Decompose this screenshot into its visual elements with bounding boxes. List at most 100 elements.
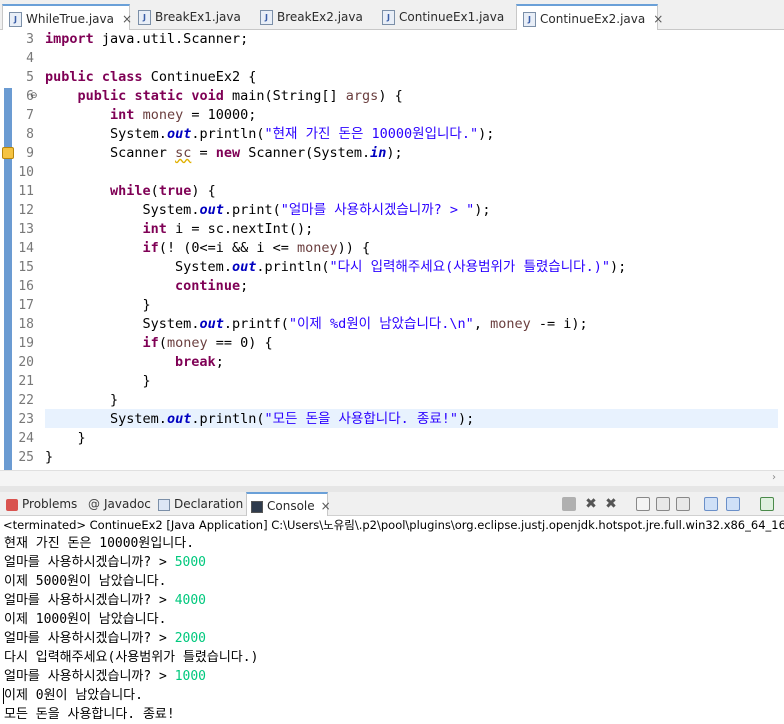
line-number: 15 [18,260,34,275]
code-line-17: } [142,297,151,313]
code-line-6: public static void main(String[] args) { [77,88,403,104]
tab-label: Declaration [174,497,244,511]
line-number: 4 [26,51,34,66]
at-sign-icon: @ [88,497,100,511]
warning-icon[interactable] [2,147,14,159]
panel-tab-bar: Problems @ Javadoc Declaration Console × ✖… [0,492,784,516]
scroll-right-icon[interactable]: › [772,472,776,483]
tab-breakex1[interactable]: J BreakEx1.java [132,4,250,30]
terminate-icon[interactable] [562,497,576,511]
code-line-13: int i = sc.nextInt(); [142,221,314,237]
console-output[interactable]: 현재 가진 돈은 10000원입니다. 얼마를 사용하시겠습니까? > 5000… [0,534,784,723]
line-number: 23 [18,412,34,427]
tab-continueex1[interactable]: J ContinueEx1.java [376,4,512,30]
terminated-label: <terminated> ContinueEx2 [Java Applicati… [3,518,784,532]
tab-label: Javadoc [104,497,151,511]
change-marker [4,88,12,474]
remove-launch-icon[interactable]: ✖ [584,497,598,511]
java-file-icon: J [138,10,151,25]
tab-label: WhileTrue.java [26,12,114,26]
code-line-24: } [77,430,86,446]
close-icon[interactable]: × [653,6,663,32]
word-wrap-icon[interactable] [676,497,690,511]
line-number: 20 [18,355,34,370]
console-line: 이제 5000원이 남았습니다. [4,574,167,589]
code-line-16: continue; [175,278,249,294]
tab-label: Console [267,499,315,513]
show-on-output-icon[interactable] [704,497,718,511]
line-number: 9 [26,146,34,161]
line-number: 10 [18,165,34,180]
line-number: 11 [18,184,34,199]
console-line: 이제 1000원이 남았습니다. [4,612,167,627]
console-line: 다시 입력해주세요(사용범위가 틀렸습니다.) [4,650,259,665]
java-file-icon: J [382,10,395,25]
line-number: 7 [26,108,34,123]
tab-breakex2[interactable]: J BreakEx2.java [254,4,372,30]
java-file-icon: J [260,10,273,25]
line-number: 17 [18,298,34,313]
tab-problems[interactable]: Problems [6,492,77,516]
code-line-3: import java.util.Scanner; [45,31,249,47]
line-number: 14 [18,241,34,256]
line-number: 24 [18,431,34,446]
console-icon [251,500,263,513]
code-line-11: while(true) { [110,183,216,199]
close-icon[interactable]: × [321,499,331,513]
console-line: 얼마를 사용하시겠습니까? > 1000 [4,669,207,684]
code-line-9: Scanner sc = new Scanner(System.in); [110,145,403,161]
problems-icon [6,498,18,511]
line-number: 12 [18,203,34,218]
console-line: 얼마를 사용하시겠습니까? > 5000 [4,555,207,570]
line-number: 19 [18,336,34,351]
code-line-21: } [142,373,151,389]
tab-console[interactable]: Console × [246,492,331,516]
code-line-15: System.out.println("다시 입력해주세요(사용범위가 틀렸습니… [175,259,627,275]
horizontal-scrollbar[interactable]: › [0,470,784,486]
code-line-7: int money = 10000; [110,107,257,123]
code-line-14: if(! (0<=i && i <= money)) { [142,240,371,256]
tab-whiletrue[interactable]: J WhileTrue.java × [2,4,132,32]
tab-declaration[interactable]: Declaration [158,492,243,516]
tab-label: BreakEx1.java [155,10,241,24]
line-number: 25 [18,450,34,465]
pin-console-icon[interactable] [760,497,774,511]
code-line-12: System.out.print("얼마를 사용하시겠습니까? > "); [142,202,491,218]
code-editor[interactable]: 3 4 5 6 7 8 9 10 11 12 13 14 15 16 17 18… [0,30,784,474]
fold-collapse-icon[interactable]: ⊖ [30,91,38,101]
close-icon[interactable]: × [122,6,132,32]
java-file-icon: J [523,12,536,27]
code-line-5: public class ContinueEx2 { [45,69,257,85]
tab-label: BreakEx2.java [277,10,363,24]
console-line: 현재 가진 돈은 10000원입니다. [4,536,195,551]
show-on-error-icon[interactable] [726,497,740,511]
tab-javadoc[interactable]: @ Javadoc [88,492,151,516]
remove-all-icon[interactable]: ✖ [604,497,618,511]
scroll-lock-icon[interactable] [656,497,670,511]
line-number: 16 [18,279,34,294]
line-number: 8 [26,127,34,142]
line-number: 5 [26,70,34,85]
code-line-22: } [110,392,119,408]
tab-label: ContinueEx1.java [399,10,505,24]
console-line: 얼마를 사용하시겠습니까? > 4000 [4,593,207,608]
line-number: 3 [26,32,34,47]
tab-label: Problems [22,497,78,511]
declaration-icon [158,498,170,511]
console-line: 얼마를 사용하시겠습니까? > 2000 [4,631,207,646]
code-line-25: } [45,449,54,465]
clear-console-icon[interactable] [636,497,650,511]
code-line-18: System.out.printf("이제 %d원이 남았습니다.\n", mo… [142,316,588,332]
console-line: 이제 0원이 남았습니다. [4,688,143,703]
tab-label: ContinueEx2.java [540,12,646,26]
editor-tab-bar: J WhileTrue.java × J BreakEx1.java J BreakEx… [0,0,784,30]
line-number: 22 [18,393,34,408]
code-line-8: System.out.println("현재 가진 돈은 10000원입니다."… [110,126,495,142]
console-line: 모든 돈을 사용합니다. 종료! [4,707,175,722]
code-line-20: break; [175,354,224,370]
overview-ruler [0,30,14,474]
code-line-19: if(money == 0) { [142,335,273,351]
line-number: 21 [18,374,34,389]
line-number: 13 [18,222,34,237]
tab-continueex2[interactable]: J ContinueEx2.java × [516,4,663,30]
